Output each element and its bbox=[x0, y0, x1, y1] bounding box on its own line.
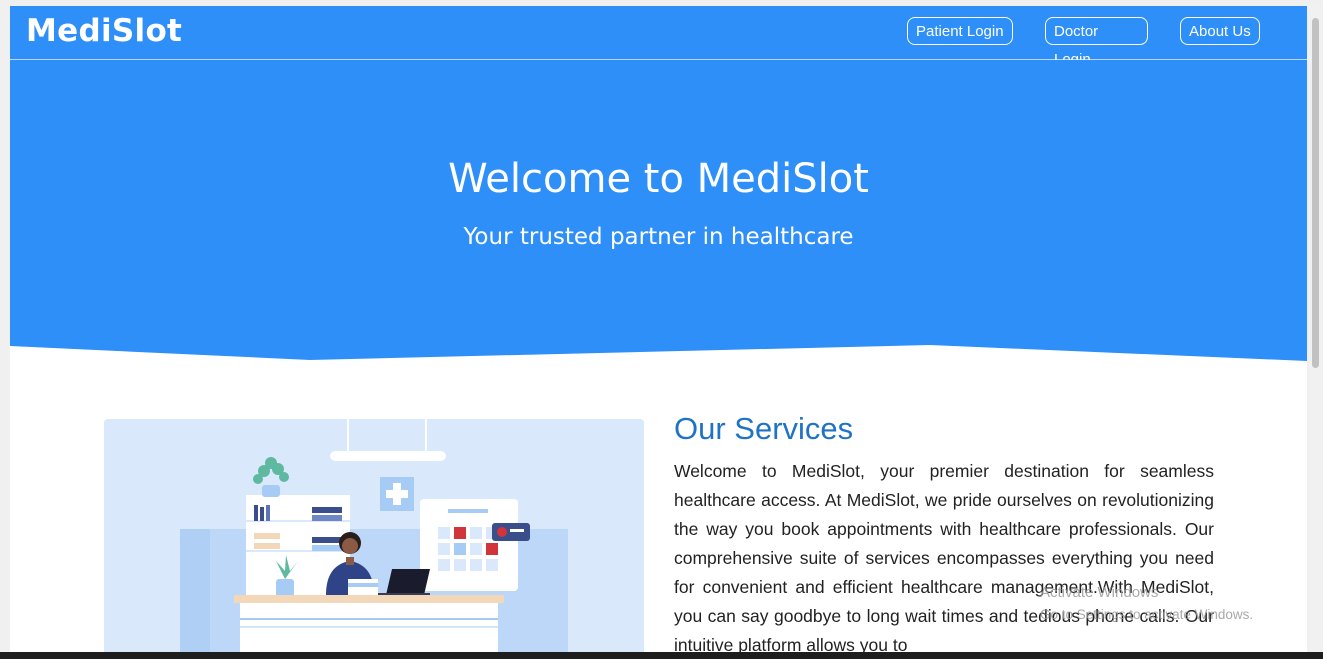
windows-taskbar bbox=[0, 652, 1323, 659]
hero-subtitle: Your trusted partner in healthcare bbox=[463, 224, 854, 250]
about-us-button[interactable]: About Us bbox=[1180, 17, 1260, 45]
browser-window: MediSlot Patient Login Doctor Login Abou… bbox=[0, 0, 1323, 659]
page: MediSlot Patient Login Doctor Login Abou… bbox=[10, 6, 1307, 652]
brand-logo[interactable]: MediSlot bbox=[26, 13, 182, 49]
scrollbar-thumb[interactable] bbox=[1312, 18, 1319, 368]
patient-login-button[interactable]: Patient Login bbox=[907, 17, 1013, 45]
services-illustration bbox=[104, 419, 644, 652]
hero-title: Welcome to MediSlot bbox=[448, 156, 869, 202]
receptionist-illustration bbox=[180, 419, 568, 652]
page-scrollbar[interactable] bbox=[1309, 6, 1321, 652]
services-description: Welcome to MediSlot, your premier destin… bbox=[674, 461, 1214, 652]
doctor-login-button[interactable]: Doctor Login bbox=[1045, 17, 1148, 68]
navbar: MediSlot Patient Login Doctor Login Abou… bbox=[10, 6, 1307, 68]
services-heading: Our Services bbox=[674, 411, 854, 446]
hero-section: Welcome to MediSlot Your trusted partner… bbox=[10, 60, 1307, 362]
hero-background bbox=[10, 60, 1307, 361]
